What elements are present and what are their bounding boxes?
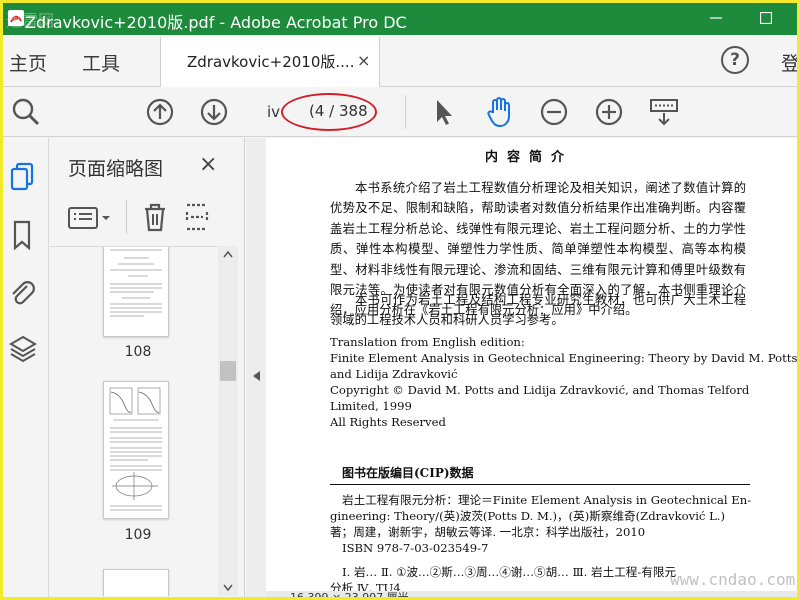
- zoom-in-icon[interactable]: [592, 95, 626, 129]
- maximize-button[interactable]: [751, 7, 781, 29]
- translation-line: Translation from English edition:: [330, 335, 525, 349]
- zoom-out-icon[interactable]: [537, 95, 571, 129]
- panel-toolbar: [64, 198, 239, 238]
- panel-divider: [126, 200, 127, 234]
- cip-line: Ⅰ. 岩… Ⅱ. ①波…②斯…③周…④谢…⑤胡… Ⅲ. 岩土工程-有限元: [342, 565, 677, 579]
- panel-title: 页面缩略图: [68, 158, 164, 180]
- scroll-up-icon[interactable]: [223, 250, 233, 258]
- layers-icon[interactable]: [9, 334, 37, 364]
- audience-paragraph: 本书可作为岩土工程及结构工程专业研究生教材，也可供广大土木工程领域的工程技术人员…: [330, 293, 746, 328]
- select-cursor-icon[interactable]: [427, 95, 461, 129]
- thumbnail-page-108[interactable]: [103, 247, 169, 337]
- rights-line: All Rights Reserved: [330, 415, 446, 429]
- publisher-line: Limited, 1999: [330, 399, 412, 413]
- help-icon[interactable]: ?: [721, 46, 749, 74]
- copyright-line: Copyright © David M. Potts and Lidija Zd…: [330, 383, 750, 397]
- tab-bar: 主页 工具 Zdravkovic+2010版.... × ? 登: [3, 35, 797, 87]
- page-heading: 内容简介: [485, 150, 574, 165]
- tools-tab[interactable]: 工具: [82, 49, 120, 76]
- cip-title: 图书在版编目(CIP)数据: [342, 466, 474, 480]
- logo-watermark: 迅雷网: [6, 11, 55, 30]
- page-size-readout: 16.399 × 23.997 厘米: [290, 591, 409, 600]
- delete-icon[interactable]: [142, 202, 168, 232]
- title-bar: Zdravkovic+2010版.pdf - Adobe Acrobat Pro…: [3, 3, 797, 35]
- collapse-arrow-icon[interactable]: [251, 370, 261, 382]
- login-link[interactable]: 登: [781, 49, 797, 76]
- site-watermark: www.cndao.com: [670, 570, 796, 589]
- scroll-down-icon[interactable]: [223, 584, 233, 592]
- document-viewer[interactable]: 内容简介 本书系统介绍了岩土工程数值分析理论及相关知识，阐述了数值计算的优势及不…: [266, 138, 797, 597]
- minimize-button[interactable]: [701, 7, 731, 29]
- scroll-mode-icon[interactable]: [647, 95, 681, 129]
- cip-isbn: ISBN 978-7-03-023549-7: [342, 541, 489, 555]
- thumbnail-list: 108 109: [50, 246, 218, 596]
- toolbar-divider: [405, 95, 406, 129]
- hand-tool-icon[interactable]: [483, 95, 517, 129]
- cip-divider: [330, 484, 750, 485]
- bookmark-icon[interactable]: [9, 220, 37, 250]
- status-bar: 16.399 × 23.997 厘米: [266, 591, 797, 600]
- page-thumbnails-icon[interactable]: [9, 162, 37, 192]
- extract-page-icon[interactable]: [184, 202, 210, 232]
- thumbnail-number: 108: [124, 344, 152, 360]
- left-navigation-rail: [3, 138, 49, 597]
- previous-page-icon[interactable]: [143, 95, 177, 129]
- toolbar: iv (4 / 388: [3, 87, 797, 137]
- window-title: Zdravkovic+2010版.pdf - Adobe Acrobat Pro…: [25, 13, 407, 32]
- search-icon[interactable]: [9, 95, 43, 129]
- app-window: Zdravkovic+2010版.pdf - Adobe Acrobat Pro…: [0, 0, 800, 600]
- original-title-line: Finite Element Analysis in Geotechnical …: [330, 351, 797, 365]
- thumbnail-page-109[interactable]: [103, 381, 169, 519]
- next-page-icon[interactable]: [197, 95, 231, 129]
- options-menu-icon[interactable]: [68, 206, 112, 230]
- document-tab[interactable]: Zdravkovic+2010版.... ×: [160, 37, 380, 87]
- cip-line: gineering: Theory/(英)波茨(Potts D. M.)，(英)…: [330, 509, 725, 523]
- author-line: and Lidija Zdravković: [330, 367, 458, 381]
- thumbnails-panel: 页面缩略图 × 108 109: [50, 138, 245, 597]
- red-circle-annotation: [281, 93, 377, 131]
- thumbnail-scrollbar[interactable]: [218, 246, 238, 596]
- thumbnail-page-110[interactable]: [103, 569, 169, 596]
- close-panel-button[interactable]: ×: [199, 152, 217, 177]
- collapse-panel-handle[interactable]: [246, 138, 266, 597]
- close-tab-button[interactable]: ×: [357, 51, 370, 70]
- home-tab[interactable]: 主页: [9, 49, 47, 76]
- cip-line: 岩土工程有限元分析：理论＝Finite Element Analysis in …: [342, 493, 752, 507]
- cip-line: 著；周建，谢新宇，胡敏云等译. 一北京：科学出版社，2010: [330, 525, 646, 539]
- thumbnail-number: 109: [124, 527, 152, 543]
- attachment-icon[interactable]: [9, 278, 37, 308]
- document-tab-label: Zdravkovic+2010版....: [187, 53, 355, 71]
- scrollbar-thumb[interactable]: [220, 361, 236, 381]
